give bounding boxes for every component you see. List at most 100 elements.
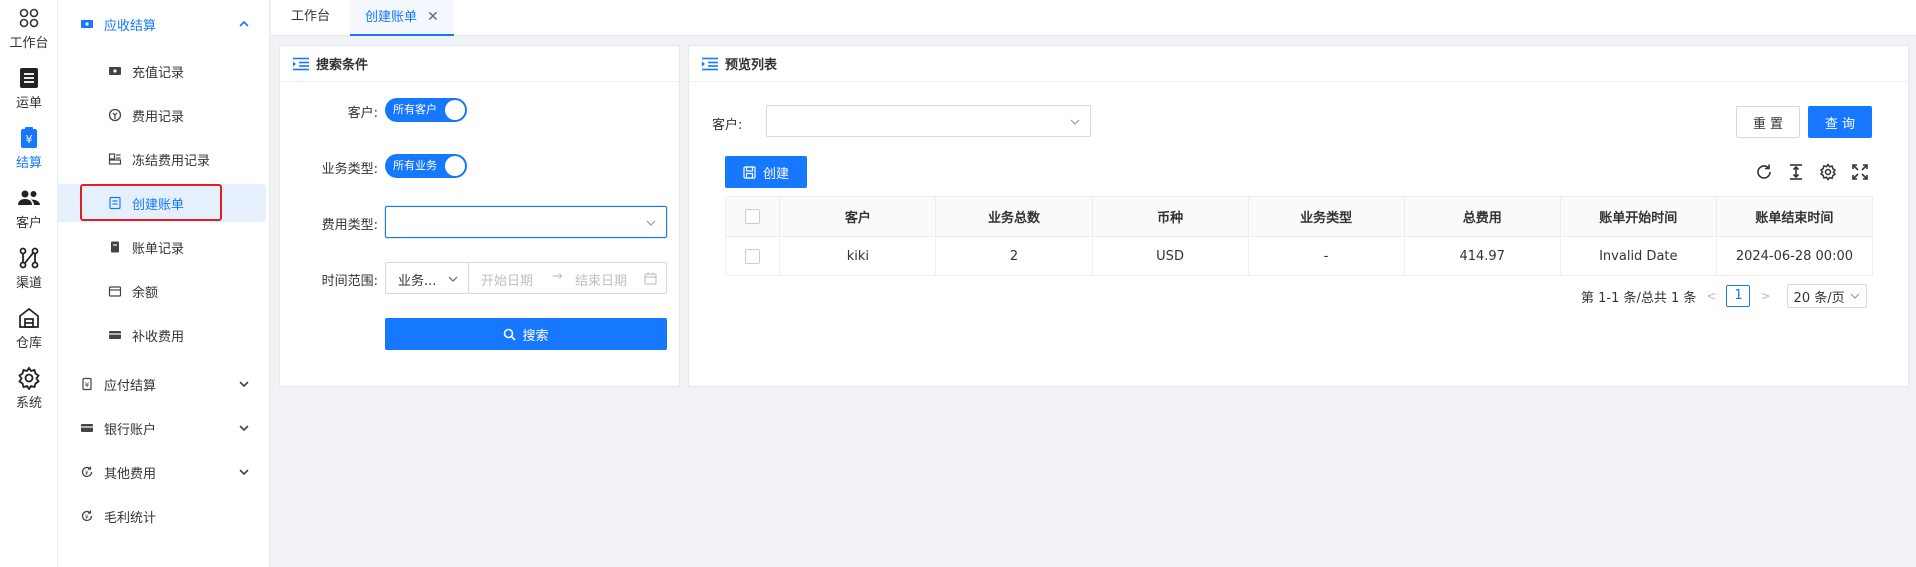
column-height-icon[interactable] <box>1787 163 1805 181</box>
ticket-icon <box>109 67 121 75</box>
preview-table: 客户 业务总数 币种 业务类型 总费用 账单开始时间 账单结束时间 kiki 2… <box>724 196 1874 276</box>
column-header[interactable]: 币种 <box>1091 196 1249 237</box>
search-icon <box>504 328 517 341</box>
warehouse-icon <box>19 307 39 328</box>
preview-panel-header: 预览列表 <box>689 46 1908 82</box>
sidebar-item-recharge-record[interactable]: 充值记录 <box>58 52 266 90</box>
list-icon <box>20 68 38 88</box>
row-checkbox[interactable] <box>745 248 761 264</box>
calendar-icon <box>644 272 657 285</box>
fee-type-label: 费用类型: <box>321 218 378 233</box>
column-header[interactable]: 账单开始时间 <box>1559 196 1717 237</box>
start-date-input[interactable]: 开始日期 <box>481 270 533 289</box>
menu-label: 其他费用 <box>104 466 157 482</box>
menu-label: 银行账户 <box>104 422 157 438</box>
reload-icon[interactable] <box>1755 163 1773 181</box>
end-date-input[interactable]: 结束日期 <box>575 270 627 289</box>
page-1-button[interactable]: 1 <box>1726 285 1751 307</box>
column-header[interactable]: 账单结束时间 <box>1715 196 1874 237</box>
chevron-down-icon <box>239 425 249 432</box>
save-icon <box>743 165 756 179</box>
menu-group-other-fee[interactable]: ¥ 其他费用 <box>58 453 266 491</box>
calendar-icon <box>108 286 122 297</box>
rail-label: 运单 <box>15 96 42 111</box>
pagination-summary: 第 1-1 条/总共 1 条 <box>1581 290 1697 306</box>
menu-group-payable[interactable]: ¥ 应付结算 <box>58 365 266 403</box>
menu-label: 费用记录 <box>132 109 185 125</box>
reset-button[interactable]: 重 置 <box>1736 106 1800 138</box>
gear-icon <box>18 366 40 390</box>
cell-start-time: Invalid Date <box>1559 236 1717 276</box>
create-button[interactable]: 创建 <box>725 156 807 188</box>
indent-list-icon <box>293 57 309 70</box>
sidebar-item-frozen-fee-record[interactable]: 冻结费用记录 <box>58 140 266 178</box>
query-button[interactable]: 查 询 <box>1808 106 1872 138</box>
rail-label: 工作台 <box>9 36 49 51</box>
select-value: 业务... <box>398 274 437 289</box>
business-type-label: 业务类型: <box>321 162 378 177</box>
all-customers-switch[interactable]: 所有客户 <box>385 98 467 122</box>
sidebar-item-balance[interactable]: 余额 <box>58 272 266 310</box>
select-all-checkbox[interactable] <box>745 209 761 224</box>
column-header[interactable]: 总费用 <box>1403 196 1561 237</box>
page-size-value: 20 条/页 <box>1793 290 1845 306</box>
cell-biz-type: - <box>1247 236 1405 276</box>
chevron-down-icon <box>239 381 249 388</box>
next-page-button[interactable]: > <box>1760 289 1770 303</box>
rail-label: 客户 <box>15 216 42 231</box>
indent-list-icon <box>702 57 718 70</box>
rail-item-settlement[interactable]: ¥ 结算 <box>0 126 58 171</box>
page-size-select[interactable]: 20 条/页 <box>1786 284 1867 308</box>
panel-title: 搜索条件 <box>316 58 369 73</box>
panel-title: 预览列表 <box>725 58 778 73</box>
tab-workbench[interactable]: 工作台 <box>276 0 345 36</box>
rail-item-system[interactable]: 系统 <box>0 366 58 411</box>
fullscreen-icon[interactable] <box>1851 163 1869 181</box>
sidebar-menu: 应收结算 充值记录 费用记录 冻结费用记录 创建账单 账单记录 余额 补收费用 … <box>58 0 270 567</box>
frozen-icon <box>108 153 122 165</box>
column-header[interactable]: 业务类型 <box>1247 196 1405 237</box>
document-icon <box>111 241 119 253</box>
sidebar-item-extra-fee[interactable]: 补收费用 <box>58 316 266 354</box>
rail-label: 系统 <box>15 396 42 411</box>
refresh-coin-icon: ¥ <box>81 466 93 478</box>
gear-icon[interactable] <box>1819 163 1837 181</box>
preview-customer-select[interactable] <box>766 105 1091 137</box>
menu-group-receivable[interactable]: 应收结算 <box>58 5 266 43</box>
menu-label: 余额 <box>132 285 159 301</box>
menu-item-gross-profit[interactable]: ¥ 毛利统计 <box>58 497 266 535</box>
time-range-type-select[interactable]: 业务... <box>385 262 469 294</box>
menu-label: 充值记录 <box>132 65 185 81</box>
card-icon <box>109 331 121 339</box>
tab-create-bill[interactable]: 创建账单 ✕ <box>350 0 454 36</box>
rail-label: 仓库 <box>15 336 42 351</box>
rail-item-workbench[interactable]: 工作台 <box>0 6 58 51</box>
chevron-down-icon <box>448 276 458 282</box>
button-label: 搜索 <box>522 328 549 344</box>
time-range-label: 时间范围: <box>321 274 378 289</box>
arrow-right-icon: → <box>552 269 563 284</box>
search-panel-header: 搜索条件 <box>280 46 679 82</box>
menu-label: 补收费用 <box>132 329 185 345</box>
prev-page-button[interactable]: < <box>1706 289 1716 303</box>
rail-item-channel[interactable]: 渠道 <box>0 246 58 291</box>
rail-item-customer[interactable]: 客户 <box>0 186 58 231</box>
bank-card-icon <box>81 424 93 432</box>
date-range-picker[interactable]: 开始日期 → 结束日期 <box>468 262 667 294</box>
svg-text:¥: ¥ <box>85 470 89 477</box>
menu-group-bank-account[interactable]: 银行账户 <box>58 409 266 447</box>
chevron-down-icon <box>1070 119 1080 125</box>
fee-type-select[interactable] <box>385 206 667 238</box>
column-header[interactable]: 客户 <box>779 196 937 237</box>
sidebar-item-fee-record[interactable]: 费用记录 <box>58 96 266 134</box>
table-row[interactable]: kiki 2 USD - 414.97 Invalid Date 2024-06… <box>724 236 1874 276</box>
all-business-switch[interactable]: 所有业务 <box>385 154 467 178</box>
close-icon[interactable]: ✕ <box>427 9 439 25</box>
rail-item-warehouse[interactable]: 仓库 <box>0 306 58 351</box>
rail-item-waybill[interactable]: 运单 <box>0 66 58 111</box>
column-header[interactable]: 业务总数 <box>935 196 1093 237</box>
sidebar-item-bill-record[interactable]: 账单记录 <box>58 228 266 266</box>
search-button[interactable]: 搜索 <box>385 318 667 350</box>
select-all-cell <box>724 196 781 237</box>
customer-label: 客户: <box>347 106 378 121</box>
